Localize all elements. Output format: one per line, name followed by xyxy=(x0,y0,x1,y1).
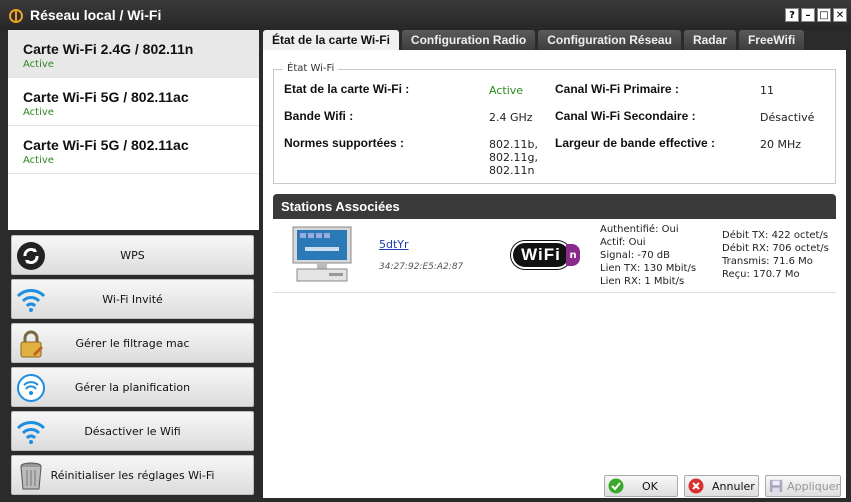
mac-filter-button[interactable]: Gérer le filtrage mac xyxy=(11,323,254,363)
wps-label: WPS xyxy=(120,248,145,262)
wifi-card-item[interactable]: Carte Wi-Fi 2.4G / 802.11n Active xyxy=(8,30,259,78)
wps-icon xyxy=(17,242,45,270)
tab-radar[interactable]: Radar xyxy=(683,30,736,50)
window-controls: ? – □ ✕ xyxy=(785,8,847,22)
cancel-label: Annuler xyxy=(712,479,755,493)
stations-header: Stations Associées xyxy=(273,194,836,219)
maximize-button[interactable]: □ xyxy=(817,8,831,22)
check-icon xyxy=(608,478,624,494)
station-mac: 34:27:92:E5:A2:87 xyxy=(379,262,464,272)
schedule-icon xyxy=(17,374,45,402)
trash-icon xyxy=(20,462,42,490)
minimize-button[interactable]: – xyxy=(801,8,815,22)
station-name-link[interactable]: 5dtYr xyxy=(379,238,409,251)
apply-label: Appliquer xyxy=(787,479,840,493)
standards-value: 802.11b, 802.11g, 802.11n xyxy=(489,138,538,177)
primary-channel-label: Canal Wi-Fi Primaire : xyxy=(555,82,679,96)
wifi-card-name: Carte Wi-Fi 5G / 802.11ac xyxy=(23,89,189,105)
secondary-channel-label: Canal Wi-Fi Secondaire : xyxy=(555,109,696,123)
computer-icon xyxy=(292,226,352,282)
tab-etat[interactable]: État de la carte Wi-Fi xyxy=(263,30,399,50)
disable-wifi-label: Désactiver le Wifi xyxy=(84,424,181,438)
station-row[interactable]: 5dtYr 34:27:92:E5:A2:87 WiFi n Authentif… xyxy=(273,219,836,293)
wifi-card-name: Carte Wi-Fi 5G / 802.11ac xyxy=(23,137,189,153)
main-panel: État de la carte Wi-Fi Configuration Rad… xyxy=(263,30,846,498)
wifi-n-badge-icon: WiFi n xyxy=(511,241,581,269)
action-panel: WPS Wi-Fi Invité Gérer le filtrage mac G… xyxy=(11,235,254,499)
title-bar: Réseau local / Wi-Fi ? – □ ✕ xyxy=(0,0,851,30)
wifi-card-name: Carte Wi-Fi 2.4G / 802.11n xyxy=(23,41,194,57)
card-state-value: Active xyxy=(489,84,524,97)
wifi-card-status: Active xyxy=(23,107,54,118)
wifi-card-item[interactable]: Carte Wi-Fi 5G / 802.11ac Active xyxy=(8,78,259,126)
tab-config-radio[interactable]: Configuration Radio xyxy=(401,30,536,50)
wifi-card-list: Carte Wi-Fi 2.4G / 802.11n Active Carte … xyxy=(8,30,259,230)
card-state-label: Etat de la carte Wi-Fi : xyxy=(284,82,410,96)
schedule-button[interactable]: Gérer la planification xyxy=(11,367,254,407)
close-button[interactable]: ✕ xyxy=(833,8,847,22)
reset-wifi-button[interactable]: Réinitialiser les réglages Wi-Fi xyxy=(11,455,254,495)
band-label: Bande Wifi : xyxy=(284,109,354,123)
disable-wifi-button[interactable]: Désactiver le Wifi xyxy=(11,411,254,451)
ok-label: OK xyxy=(642,479,658,493)
cancel-button[interactable]: Annuler xyxy=(684,475,759,497)
wps-button[interactable]: WPS xyxy=(11,235,254,275)
tab-bar: État de la carte Wi-Fi Configuration Rad… xyxy=(263,30,846,50)
tab-config-reseau[interactable]: Configuration Réseau xyxy=(538,30,681,50)
band-value: 2.4 GHz xyxy=(489,111,533,124)
secondary-channel-value: Désactivé xyxy=(760,111,815,124)
apply-button[interactable]: Appliquer xyxy=(765,475,841,497)
wifi-status-legend: État Wi-Fi xyxy=(283,63,339,74)
reset-wifi-label: Réinitialiser les réglages Wi-Fi xyxy=(50,468,215,482)
wifi-card-item[interactable]: Carte Wi-Fi 5G / 802.11ac Active xyxy=(8,126,259,174)
app-logo-icon xyxy=(9,9,23,23)
lock-icon xyxy=(20,330,43,358)
guest-wifi-label: Wi-Fi Invité xyxy=(102,292,163,306)
bandwidth-value: 20 MHz xyxy=(760,138,802,151)
guest-wifi-button[interactable]: Wi-Fi Invité xyxy=(11,279,254,319)
help-button[interactable]: ? xyxy=(785,8,799,22)
window-title: Réseau local / Wi-Fi xyxy=(30,7,162,23)
save-icon xyxy=(769,479,783,493)
tab-freewifi[interactable]: FreeWifi xyxy=(738,30,805,50)
cancel-icon xyxy=(688,478,704,494)
wifi-card-status: Active xyxy=(23,155,54,166)
station-info-link: Authentifié: Oui Actif: Oui Signal: -70 … xyxy=(600,224,697,287)
wifi-card-status: Active xyxy=(23,59,54,70)
mac-filter-label: Gérer le filtrage mac xyxy=(75,336,190,350)
wifi-status-group: État Wi-Fi Etat de la carte Wi-Fi : Acti… xyxy=(273,63,836,184)
station-info-traffic: Débit TX: 422 octet/s Débit RX: 706 octe… xyxy=(722,230,829,280)
schedule-label: Gérer la planification xyxy=(74,380,191,394)
primary-channel-value: 11 xyxy=(760,84,774,97)
wifi-icon xyxy=(16,421,46,444)
bandwidth-label: Largeur de bande effective : xyxy=(555,136,716,150)
ok-button[interactable]: OK xyxy=(604,475,678,497)
wifi-guest-icon xyxy=(16,289,46,312)
standards-label: Normes supportées : xyxy=(284,136,405,150)
